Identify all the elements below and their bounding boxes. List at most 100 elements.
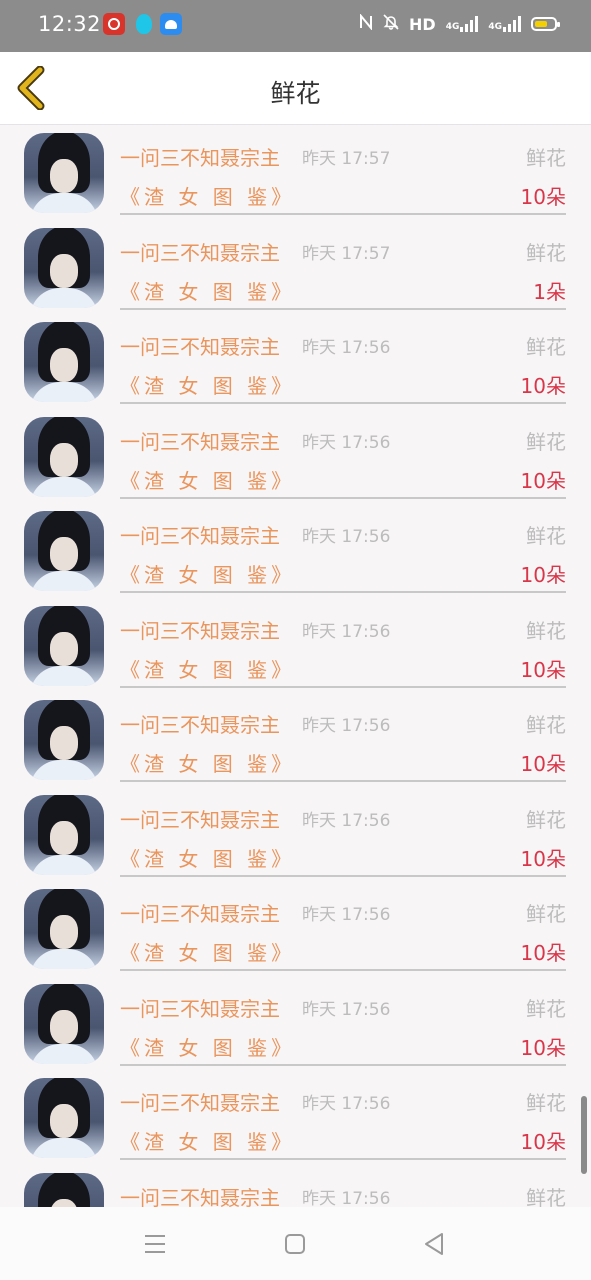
row-content: 一问三不知聂宗主 昨天 17:56 鲜花 《渣 女 图 鉴》 10朵 bbox=[120, 409, 566, 499]
red-app-icon bbox=[103, 13, 125, 35]
row-content: 一问三不知聂宗主 昨天 17:56 鲜花《渣 女 图 鉴》 10朵 bbox=[120, 1070, 566, 1160]
gift-type: 鲜花 bbox=[526, 996, 566, 1021]
gift-type: 鲜花 bbox=[526, 429, 566, 454]
avatar[interactable] bbox=[24, 1078, 104, 1158]
list-item[interactable]: 一问三不知聂宗主 昨天 17:56 鲜花 《渣 女 图 鉴》 10朵 bbox=[0, 881, 591, 976]
user-name[interactable]: 一问三不知聂宗主 bbox=[120, 993, 280, 1022]
timestamp: 昨天 17:57 bbox=[302, 149, 391, 169]
list-item[interactable]: 一问三不知聂宗主 昨天 17:57 鲜花 《渣 女 图 鉴》 10朵 bbox=[0, 125, 591, 220]
avatar[interactable] bbox=[24, 605, 104, 686]
row-content: 一问三不知聂宗主 昨天 17:56 鲜花 《渣 女 图 鉴》 10朵 bbox=[120, 314, 566, 404]
user-name[interactable]: 一问三不知聂宗主 bbox=[120, 426, 280, 455]
user-name[interactable]: 一问三不知聂宗主 bbox=[120, 709, 280, 738]
avatar[interactable] bbox=[24, 700, 104, 780]
list-item[interactable]: 一问三不知聂宗主 昨天 17:56 鲜花《渣 女 图 鉴》 10朵 bbox=[0, 1070, 591, 1165]
user-name[interactable]: 一问三不知聂宗主 bbox=[120, 331, 280, 360]
book-title[interactable]: 《渣 女 图 鉴》 bbox=[120, 370, 295, 399]
gift-type: 鲜花 bbox=[526, 618, 566, 643]
gift-count: 10朵 bbox=[520, 1130, 566, 1154]
list-item[interactable]: 一问三不知聂宗主 昨天 17:57 鲜花《渣 女 图 鉴》 1朵 bbox=[0, 220, 591, 315]
book-title[interactable]: 《渣 女 图 鉴》 bbox=[120, 559, 295, 588]
menu-icon bbox=[145, 1235, 165, 1253]
timestamp: 昨天 17:56 bbox=[302, 999, 391, 1020]
gift-type: 鲜花 bbox=[526, 713, 566, 737]
book-title[interactable]: 《渣 女 图 鉴》 bbox=[120, 937, 295, 966]
book-title[interactable]: 《渣 女 图 鉴》 bbox=[120, 1032, 295, 1061]
gift-count: 10朵 bbox=[520, 185, 566, 209]
user-name[interactable]: 一问三不知聂宗主 bbox=[120, 898, 280, 927]
network-label-2: 4G bbox=[488, 22, 502, 32]
network-label-1: 4G bbox=[445, 22, 460, 32]
row-content: 一问三不知聂宗主 昨天 17:57 鲜花《渣 女 图 鉴》 1朵 bbox=[120, 220, 566, 310]
book-title[interactable]: 《渣 女 图 鉴》 bbox=[120, 276, 295, 305]
home-button[interactable] bbox=[280, 1229, 310, 1259]
signal-icon bbox=[460, 16, 479, 32]
avatar[interactable] bbox=[24, 416, 104, 497]
list-item[interactable]: 一问三不知聂宗主 昨天 17:56 鲜花 《渣 女 图 鉴》 10朵 bbox=[0, 409, 591, 504]
book-title[interactable]: 《渣 女 图 鉴》 bbox=[120, 748, 295, 777]
list-item[interactable]: 一问三不知聂宗主 昨天 17:56 鲜花 《渣 女 图 鉴》 10朵 bbox=[0, 503, 591, 598]
hd-label: HD bbox=[409, 14, 436, 34]
header: 鲜花 bbox=[0, 52, 591, 125]
row-content: 一问三不知聂宗主 昨天 17:56 鲜花 《渣 女 图 鉴》 10朵 bbox=[120, 881, 566, 971]
nfc-icon bbox=[359, 13, 373, 34]
timestamp: 昨天 17:56 bbox=[302, 810, 391, 831]
page-title: 鲜花 bbox=[270, 79, 321, 108]
book-title[interactable]: 《渣 女 图 鉴》 bbox=[120, 843, 295, 872]
timestamp: 昨天 17:56 bbox=[302, 1094, 391, 1114]
scrollbar[interactable] bbox=[581, 1096, 587, 1174]
gift-type: 鲜花 bbox=[526, 902, 566, 926]
timestamp: 昨天 17:57 bbox=[302, 243, 391, 264]
user-name[interactable]: 一问三不知聂宗主 bbox=[120, 520, 280, 549]
book-title[interactable]: 《渣 女 图 鉴》 bbox=[120, 181, 295, 210]
book-title[interactable]: 《渣 女 图 鉴》 bbox=[120, 654, 295, 683]
avatar[interactable] bbox=[24, 511, 104, 591]
avatar[interactable] bbox=[24, 133, 104, 213]
system-back-button[interactable] bbox=[420, 1229, 450, 1259]
book-title[interactable]: 《渣 女 图 鉴》 bbox=[120, 465, 295, 494]
user-name[interactable]: 一问三不知聂宗主 bbox=[120, 237, 280, 266]
avatar[interactable] bbox=[24, 889, 104, 969]
list-item[interactable]: 一问三不知聂宗主 昨天 17:56 鲜花 《渣 女 图 鉴》 10朵 bbox=[0, 976, 591, 1071]
mute-bell-icon bbox=[383, 14, 399, 34]
timestamp: 昨天 17:56 bbox=[302, 338, 391, 358]
status-indicators: HD 4G 4G bbox=[359, 13, 560, 34]
avatar[interactable] bbox=[24, 794, 104, 875]
avatar[interactable] bbox=[24, 983, 104, 1064]
home-square-icon bbox=[285, 1234, 305, 1254]
row-content: 一问三不知聂宗主 昨天 17:56 鲜花 《渣 女 图 鉴》 10朵 bbox=[120, 976, 566, 1066]
avatar[interactable] bbox=[24, 1172, 104, 1207]
row-content: 一问三不知聂宗主 昨天 17:56 鲜花 bbox=[120, 1165, 566, 1208]
user-name[interactable]: 一问三不知聂宗主 bbox=[120, 1087, 280, 1116]
timestamp: 昨天 17:56 bbox=[302, 527, 391, 547]
user-name[interactable]: 一问三不知聂宗主 bbox=[120, 142, 280, 171]
status-bar: 12:32 HD 4G 4G bbox=[0, 0, 591, 52]
avatar[interactable] bbox=[24, 322, 104, 402]
gift-type: 鲜花 bbox=[526, 240, 566, 265]
signal-icon bbox=[503, 16, 521, 32]
row-content: 一问三不知聂宗主 昨天 17:56 鲜花 《渣 女 图 鉴》 10朵 bbox=[120, 598, 566, 688]
list-item[interactable]: 一问三不知聂宗主 昨天 17:56 鲜花 《渣 女 图 鉴》 10朵 bbox=[0, 692, 591, 787]
gift-type: 鲜花 bbox=[526, 1091, 566, 1115]
list-item[interactable]: 一问三不知聂宗主 昨天 17:56 鲜花 bbox=[0, 1165, 591, 1208]
list-item[interactable]: 一问三不知聂宗主 昨天 17:56 鲜花 《渣 女 图 鉴》 10朵 bbox=[0, 598, 591, 693]
gift-count: 10朵 bbox=[520, 941, 566, 965]
flower-record-list[interactable]: 一问三不知聂宗主 昨天 17:57 鲜花 《渣 女 图 鉴》 10朵 一问三不知聂宗主 昨天… bbox=[0, 125, 591, 1207]
back-triangle-icon bbox=[425, 1233, 443, 1255]
user-name[interactable]: 一问三不知聂宗主 bbox=[120, 615, 280, 644]
avatar[interactable] bbox=[24, 227, 104, 308]
signal-2: 4G bbox=[488, 16, 521, 32]
row-content: 一问三不知聂宗主 昨天 17:56 鲜花 《渣 女 图 鉴》 10朵 bbox=[120, 787, 566, 877]
list-item[interactable]: 一问三不知聂宗主 昨天 17:56 鲜花 《渣 女 图 鉴》 10朵 bbox=[0, 314, 591, 409]
row-content: 一问三不知聂宗主 昨天 17:56 鲜花 《渣 女 图 鉴》 10朵 bbox=[120, 503, 566, 593]
book-title[interactable]: 《渣 女 图 鉴》 bbox=[120, 1126, 295, 1155]
timestamp: 昨天 17:56 bbox=[302, 621, 391, 642]
list-item[interactable]: 一问三不知聂宗主 昨天 17:56 鲜花 《渣 女 图 鉴》 10朵 bbox=[0, 787, 591, 882]
signal-1: 4G bbox=[446, 16, 479, 32]
gift-count: 1朵 bbox=[533, 279, 566, 304]
menu-button[interactable] bbox=[140, 1229, 170, 1259]
user-name[interactable]: 一问三不知聂宗主 bbox=[120, 804, 280, 833]
row-content: 一问三不知聂宗主 昨天 17:57 鲜花 《渣 女 图 鉴》 10朵 bbox=[120, 125, 566, 215]
gift-count: 10朵 bbox=[520, 374, 566, 398]
user-name[interactable]: 一问三不知聂宗主 bbox=[120, 1182, 280, 1208]
